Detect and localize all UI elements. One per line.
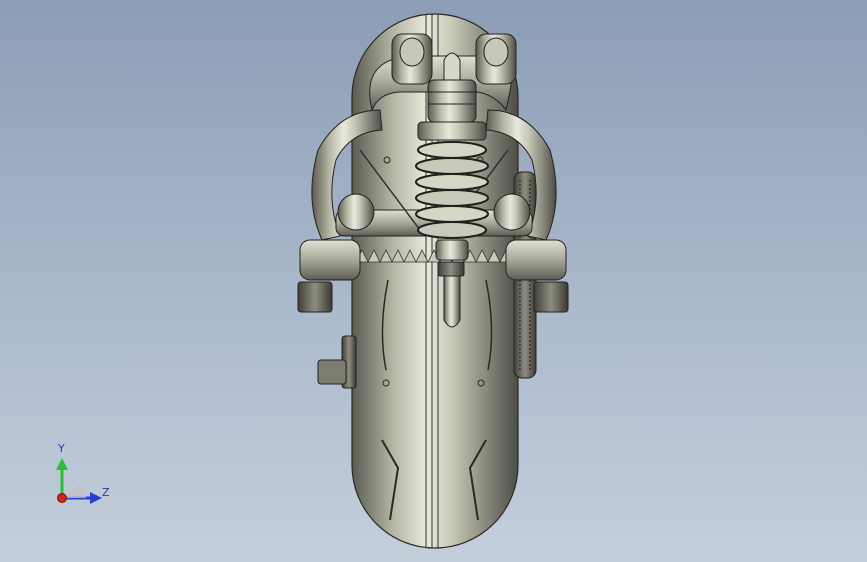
cad-model[interactable] [0, 0, 867, 562]
triad-axes [56, 458, 102, 504]
z-axis-label: Z [102, 486, 110, 499]
x-axis-dot [57, 493, 67, 503]
reference-triad[interactable]: Y Z [40, 440, 120, 520]
graphics-viewport[interactable]: Y Z [0, 0, 867, 562]
brake-caliper[interactable] [317, 335, 357, 389]
y-axis-label: Y [58, 442, 65, 455]
